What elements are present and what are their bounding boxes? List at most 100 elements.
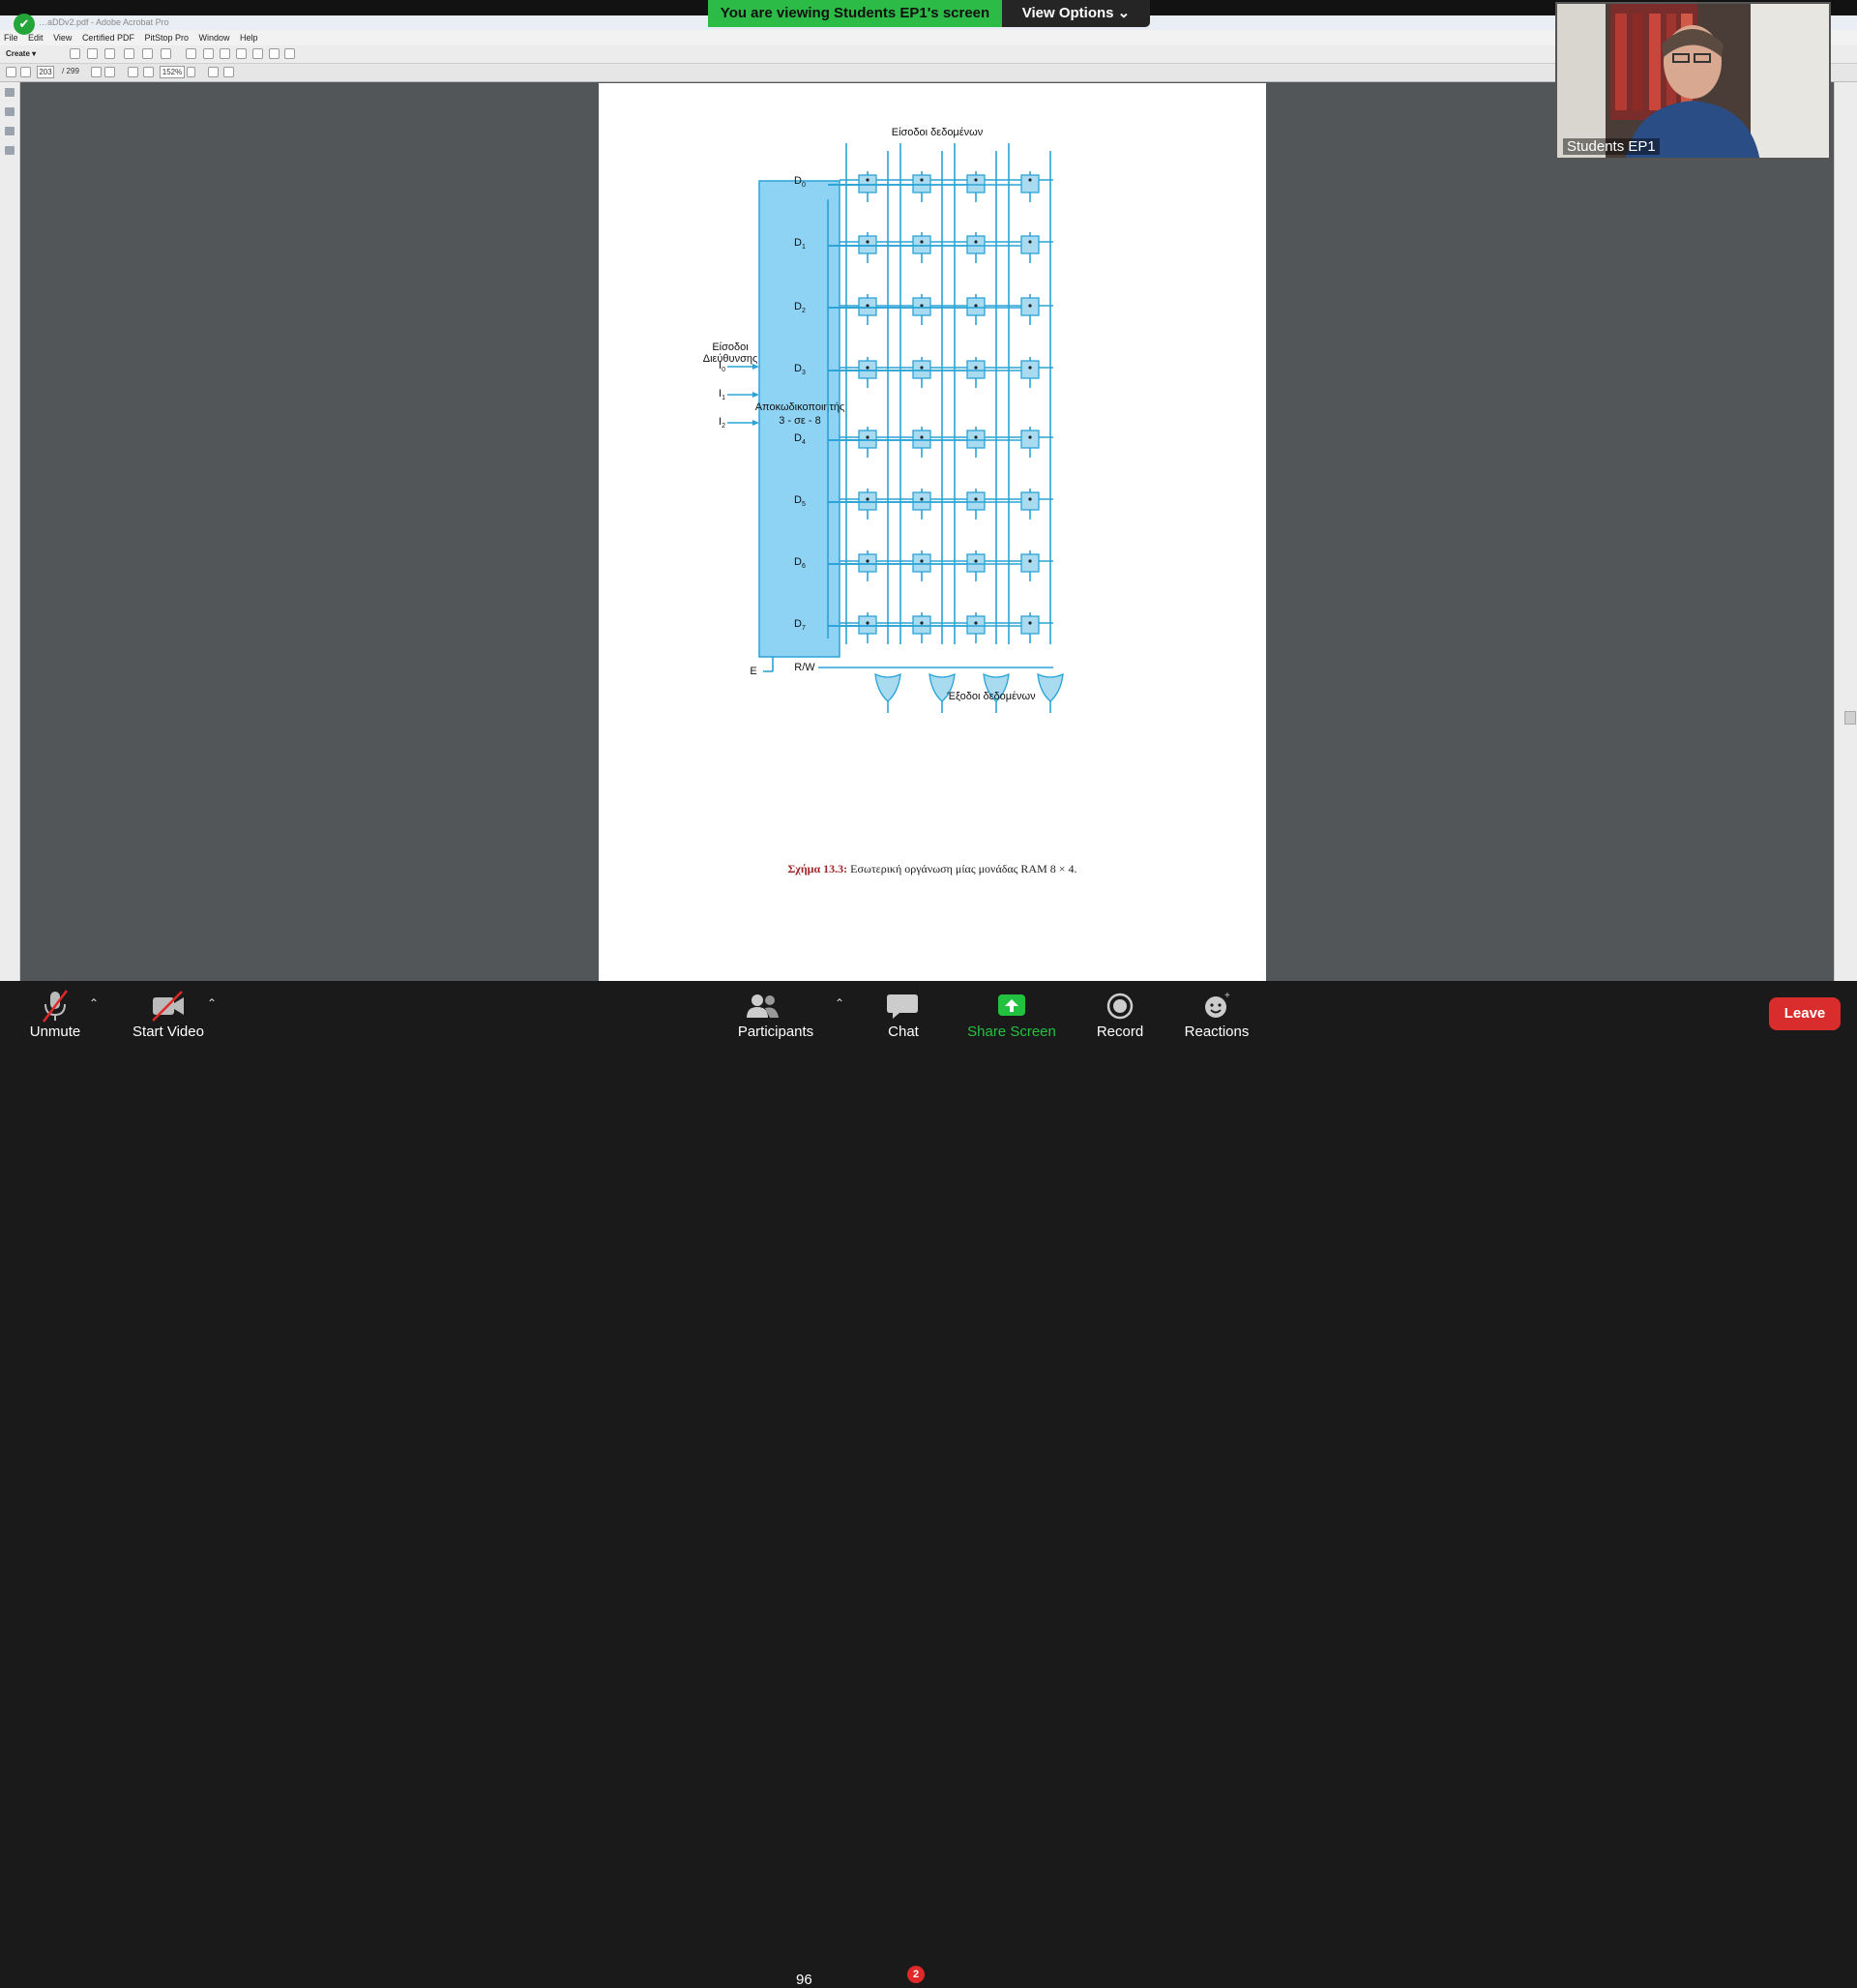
reactions-button[interactable]: + Reactions <box>1178 981 1255 1045</box>
menu-view[interactable]: View <box>53 33 72 43</box>
menu-edit[interactable]: Edit <box>28 33 44 43</box>
participants-count: 96 <box>796 1972 812 1988</box>
junction-dot-3-0 <box>866 366 870 370</box>
memory-cell-5-2 <box>966 491 986 511</box>
menu-window[interactable]: Window <box>199 33 230 43</box>
memory-cell-4-0 <box>858 430 877 449</box>
pdf-icon[interactable] <box>236 48 247 59</box>
caption-label: Σχήμα 13.3: <box>787 862 848 875</box>
junction-dot-0-3 <box>1028 178 1032 182</box>
memory-cell-0-2 <box>966 174 986 193</box>
memory-cell-7-0 <box>858 615 877 635</box>
view-options-button[interactable]: View Options ⌄ <box>1002 0 1150 27</box>
share-screen-button[interactable]: Share Screen <box>961 981 1062 1045</box>
attachments-icon[interactable] <box>5 127 15 135</box>
junction-dot-2-0 <box>866 304 870 308</box>
zoom-in-icon[interactable] <box>143 67 154 77</box>
hand-tool-icon[interactable] <box>104 67 115 77</box>
export-icon[interactable] <box>252 48 263 59</box>
print-icon[interactable] <box>124 48 134 59</box>
unmute-button[interactable]: Unmute <box>23 981 87 1045</box>
input-arrow-2 <box>752 420 759 426</box>
chat-button[interactable]: Chat <box>876 981 930 1045</box>
pages-icon[interactable] <box>5 88 15 97</box>
junction-dot-4-3 <box>1028 435 1032 439</box>
pdf-page: Αποκωδικοποιητής 3 - σε - 8 Είσοδοι Διεύθυν… <box>599 83 1266 981</box>
share-screen-label: Share Screen <box>967 1024 1056 1040</box>
menu-pitstop-pro[interactable]: PitStop Pro <box>144 33 189 43</box>
create-button[interactable]: Create ▾ <box>6 48 36 60</box>
junction-dot-5-2 <box>974 497 978 501</box>
select-tool-icon[interactable] <box>91 67 102 77</box>
memory-cell-4-1 <box>912 430 931 449</box>
input-label-2: I2 <box>719 416 725 430</box>
menu-certified-pdf[interactable]: Certified PDF <box>82 33 134 43</box>
start-video-button[interactable]: Start Video <box>124 981 213 1045</box>
junction-dot-6-3 <box>1028 559 1032 563</box>
secure-icon[interactable] <box>269 48 280 59</box>
viewing-banner: You are viewing Students EP1's screen <box>708 0 1002 27</box>
vertical-scrollbar[interactable] <box>1834 82 1857 981</box>
fit-width-icon[interactable] <box>223 67 234 77</box>
junction-dot-7-1 <box>920 621 924 625</box>
participants-label: Participants <box>737 1024 814 1040</box>
shared-screen: …aDDv2.pdf - Adobe Acrobat Pro File Edit… <box>0 0 1857 981</box>
memory-cell-4-3 <box>1020 430 1040 449</box>
form-icon[interactable] <box>161 48 171 59</box>
participant-name: Students EP1 <box>1563 138 1660 155</box>
memory-cell-0-3 <box>1020 174 1040 193</box>
zoom-out-icon[interactable] <box>128 67 138 77</box>
audio-options-caret-icon[interactable]: ⌃ <box>89 996 99 1010</box>
junction-dot-5-0 <box>866 497 870 501</box>
zoom-dropdown-icon[interactable] <box>187 67 195 77</box>
page-number-input[interactable]: 203 <box>37 66 54 78</box>
memory-cell-1-3 <box>1020 235 1040 254</box>
video-options-caret-icon[interactable]: ⌃ <box>207 996 217 1010</box>
security-shield-icon[interactable]: ✔ <box>14 14 35 35</box>
participants-icon <box>747 994 780 1018</box>
participants-button[interactable]: Participants <box>731 981 820 1045</box>
open-icon[interactable] <box>70 48 80 59</box>
share-screen-icon <box>998 994 1025 1016</box>
junction-dot-6-0 <box>866 559 870 563</box>
data-outputs-label: Έξοδοι δεδομένων <box>946 691 1036 702</box>
leave-button[interactable]: Leave <box>1769 997 1841 1030</box>
edit-icon[interactable] <box>142 48 153 59</box>
scrollbar-thumb[interactable] <box>1844 711 1856 725</box>
cloud-icon[interactable] <box>104 48 115 59</box>
memory-cell-7-2 <box>966 615 986 635</box>
memory-cell-3-2 <box>966 360 986 379</box>
prev-page-icon[interactable] <box>6 67 16 77</box>
settings-icon[interactable] <box>186 48 196 59</box>
or-gate-3 <box>1037 672 1064 702</box>
memory-cell-7-3 <box>1020 615 1040 635</box>
junction-dot-6-2 <box>974 559 978 563</box>
record-button[interactable]: Record <box>1089 981 1151 1045</box>
navigation-pane <box>0 82 20 981</box>
bookmarks-icon[interactable] <box>5 107 15 116</box>
participants-caret-icon[interactable]: ⌃ <box>835 996 844 1010</box>
stamp-icon[interactable] <box>220 48 230 59</box>
new-icon[interactable] <box>87 48 98 59</box>
chat-unread-badge: 2 <box>907 1966 925 1983</box>
junction-dot-3-3 <box>1028 366 1032 370</box>
fit-page-icon[interactable] <box>208 67 219 77</box>
next-page-icon[interactable] <box>20 67 31 77</box>
menu-file[interactable]: File <box>4 33 18 43</box>
memory-cell-6-3 <box>1020 553 1040 573</box>
view-options-label: View Options <box>1021 5 1114 21</box>
signatures-icon[interactable] <box>5 146 15 155</box>
memory-cell-5-0 <box>858 491 877 511</box>
junction-dot-7-0 <box>866 621 870 625</box>
junction-dot-2-1 <box>920 304 924 308</box>
junction-dot-6-1 <box>920 559 924 563</box>
unmute-label: Unmute <box>29 1024 81 1040</box>
webcam-video[interactable]: Students EP1 <box>1555 2 1831 160</box>
junction-dot-5-3 <box>1028 497 1032 501</box>
caption-text: Εσωτερική οργάνωση μίας μονάδας RAM 8 × … <box>850 862 1077 875</box>
menu-help[interactable]: Help <box>240 33 258 43</box>
sign-icon[interactable] <box>284 48 295 59</box>
comment-icon[interactable] <box>203 48 214 59</box>
zoom-level-input[interactable]: 152% <box>160 66 185 78</box>
junction-dot-1-2 <box>974 240 978 244</box>
